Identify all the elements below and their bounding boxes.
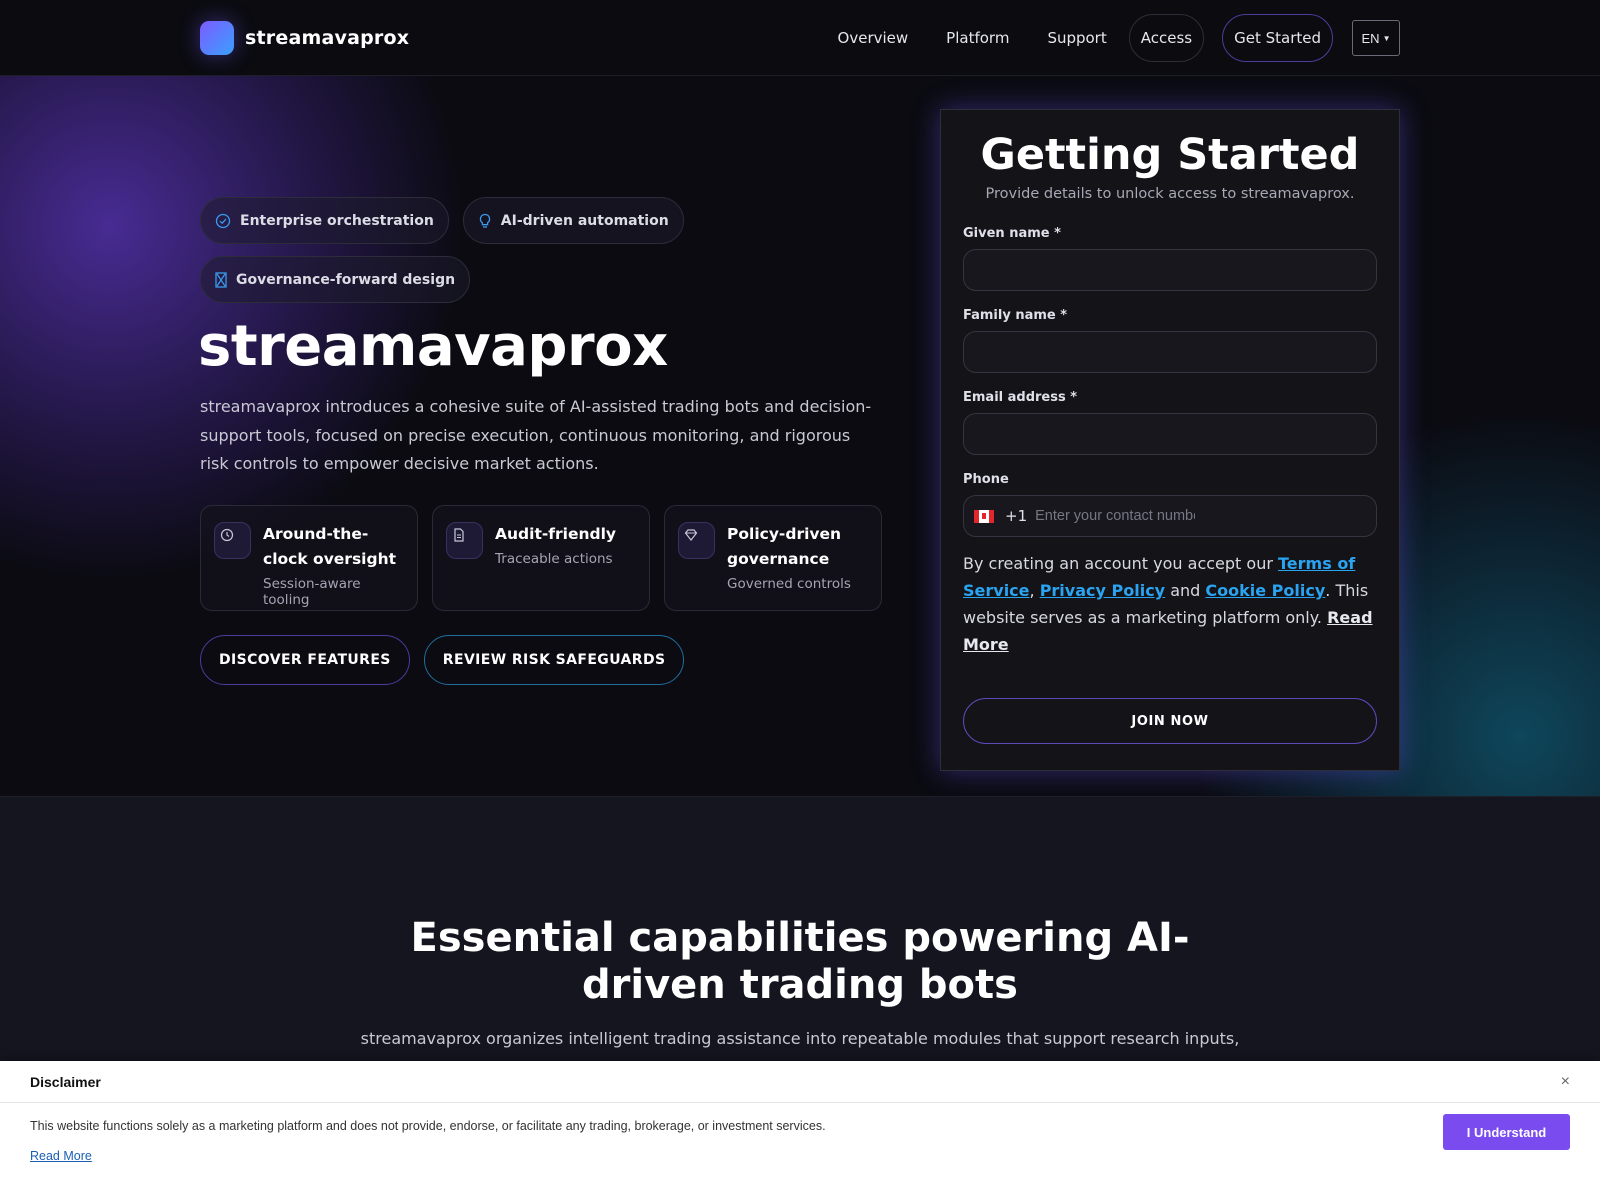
privacy-link[interactable]: Privacy Policy [1040, 581, 1165, 600]
disclaimer-text: This website functions solely as a marke… [30, 1119, 826, 1133]
and-text: and [1170, 581, 1201, 600]
badge-ai: AI-driven automation [462, 197, 684, 244]
capabilities-title-text: Essential capabilities powering AI-drive… [410, 915, 1190, 1008]
join-now-button[interactable]: JOIN NOW [963, 698, 1377, 744]
terms-text: By creating an account you accept our Te… [963, 554, 1373, 654]
dial-code: +1 [1005, 507, 1028, 525]
feature-cards: Around-the-clock oversight Session-aware… [200, 505, 882, 611]
diamond-icon [678, 522, 715, 559]
language-selector[interactable]: EN ▼ [1352, 20, 1400, 56]
given-name-label: Given name * [963, 226, 1061, 241]
close-icon[interactable]: × [1561, 1073, 1570, 1091]
feature-title: Policy-driven governance [727, 525, 842, 568]
badge-enterprise: Enterprise orchestration [200, 197, 449, 244]
main-nav: Overview Platform Support Access Get Sta… [838, 14, 1400, 62]
hero-section: Enterprise orchestration AI-driven autom… [0, 76, 1600, 796]
badge-governance: Governance-forward design [200, 256, 471, 303]
feature-subtitle: Session-aware tooling [263, 576, 361, 608]
language-code: EN [1361, 30, 1380, 46]
feature-title: Around-the-clock oversight [263, 525, 397, 568]
hero-title: streamavaprox [198, 314, 668, 379]
signup-form: Getting Started Provide details to unloc… [940, 109, 1400, 771]
disclaimer-title: Disclaimer [30, 1073, 101, 1090]
review-risk-safeguards-button[interactable]: REVIEW RISK SAFEGUARDS [423, 635, 685, 685]
feature-subtitle: Governed controls [727, 576, 851, 592]
capabilities-title: Essential capabilities powering AI-drive… [0, 915, 1600, 1009]
document-icon [446, 522, 483, 559]
nav-support[interactable]: Support [1047, 29, 1106, 47]
nav-platform[interactable]: Platform [946, 29, 1009, 47]
capabilities-description: streamavaprox organizes intelligent trad… [360, 1029, 1240, 1048]
clock-icon [214, 522, 251, 559]
form-title: Getting Started [980, 130, 1360, 180]
feature-card: Around-the-clock oversight Session-aware… [200, 505, 418, 611]
feature-subtitle: Traceable actions [495, 551, 613, 567]
feature-card: Audit-friendly Traceable actions [432, 505, 650, 611]
badge-label: Enterprise orchestration [240, 212, 434, 229]
feature-title: Audit-friendly [495, 525, 617, 543]
given-name-input[interactable] [963, 249, 1377, 291]
lightbulb-icon [479, 213, 490, 228]
hero-description: streamavaprox introduces a cohesive suit… [200, 397, 872, 473]
hero-cta-row: DISCOVER FEATURES REVIEW RISK SAFEGUARDS [200, 635, 685, 685]
email-label: Email address * [963, 390, 1078, 405]
check-circle-icon [215, 213, 231, 228]
i-understand-button[interactable]: I Understand [1443, 1114, 1570, 1150]
access-button[interactable]: Access [1128, 14, 1205, 62]
disclaimer-header: Disclaimer × [0, 1061, 1600, 1103]
terms-prefix: By creating an account you accept our [963, 554, 1273, 573]
hourglass-icon [215, 271, 227, 288]
nav-overview[interactable]: Overview [838, 29, 909, 47]
badge-label: Governance-forward design [236, 271, 456, 288]
family-name-label: Family name * [963, 308, 1068, 323]
email-input[interactable] [963, 413, 1377, 455]
brand-name: streamavaprox [245, 27, 410, 49]
caret-down-icon: ▼ [1382, 33, 1391, 43]
disclaimer-banner: Disclaimer × This website functions sole… [0, 1061, 1600, 1200]
phone-label: Phone [963, 472, 1009, 487]
form-subtitle: Provide details to unlock access to stre… [985, 186, 1355, 202]
disclaimer-read-more-link[interactable]: Read More [30, 1149, 92, 1163]
brand-logo[interactable]: streamavaprox [200, 21, 409, 55]
cookie-link[interactable]: Cookie Policy [1205, 581, 1325, 600]
family-name-input[interactable] [963, 331, 1377, 373]
site-header: streamavaprox Overview Platform Support … [0, 0, 1600, 76]
badge-label: AI-driven automation [500, 212, 669, 229]
get-started-button[interactable]: Get Started [1222, 14, 1333, 62]
phone-input[interactable] [1035, 508, 1196, 524]
logo-icon [200, 21, 234, 55]
feature-card: Policy-driven governance Governed contro… [664, 505, 882, 611]
phone-field: +1 [963, 495, 1377, 537]
canada-flag-icon[interactable] [974, 509, 994, 523]
discover-features-button[interactable]: DISCOVER FEATURES [200, 635, 410, 685]
hero-badges: Enterprise orchestration AI-driven autom… [200, 197, 720, 303]
